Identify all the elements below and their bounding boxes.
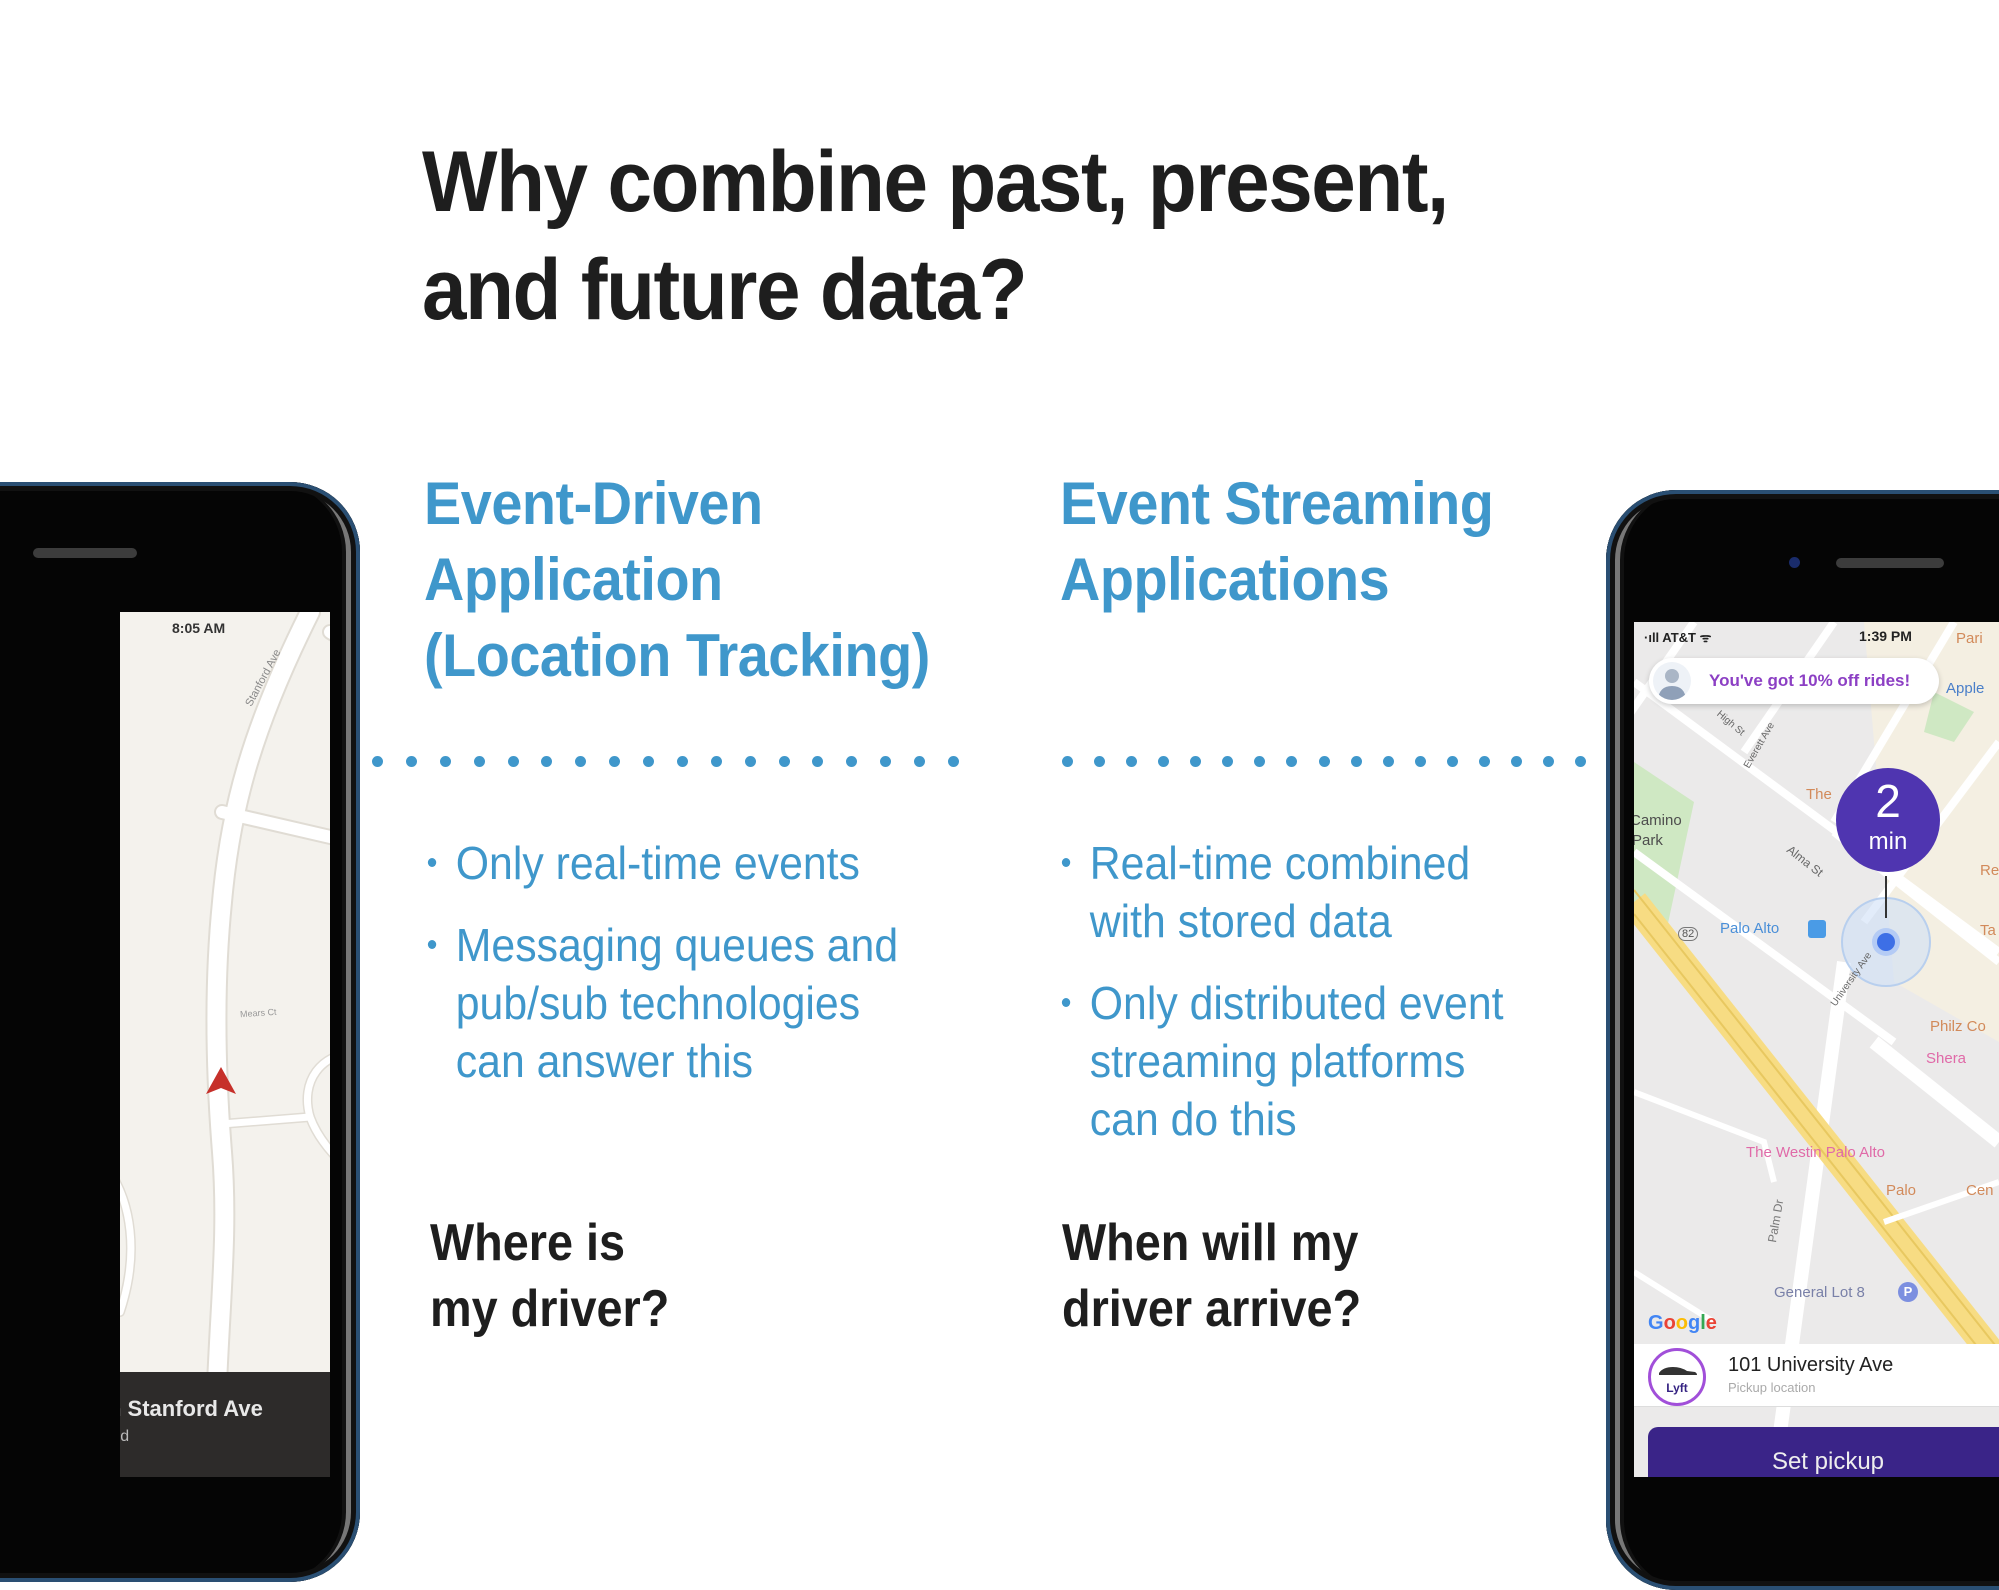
eta-unit: min <box>1868 828 1908 855</box>
lyft-ride-badge[interactable]: Lyft <box>1648 1348 1706 1406</box>
right-bullet-item: Only distributed event streaming platfor… <box>1060 974 1504 1148</box>
divider-dot <box>1318 756 1330 767</box>
divider-dot <box>778 756 790 767</box>
right-phone-screen: ·ıll AT&T ᯤ 1:39 PM You've got 10% off r… <box>1634 622 1999 1477</box>
divider-dot <box>1414 756 1426 767</box>
status-time: 8:05 AM <box>172 620 226 636</box>
right-bullet-list: Real-time combined with stored data Only… <box>1060 834 1537 1172</box>
divider-dot <box>405 756 417 767</box>
promo-banner[interactable]: You've got 10% off rides! <box>1649 658 1939 704</box>
map-label: Apple <box>1946 680 1985 697</box>
map-label: Camino <box>1634 812 1682 829</box>
divider-dot <box>1286 756 1298 767</box>
dotted-divider-left <box>372 756 959 768</box>
divider-dot <box>1478 756 1490 767</box>
divider-dot <box>1510 756 1522 767</box>
divider-dot <box>710 756 722 767</box>
navigation-map <box>120 612 330 1477</box>
dotted-divider-right <box>1062 756 1586 768</box>
divider-dot <box>1575 756 1586 767</box>
right-heading-line: Event Streaming <box>1060 470 1494 537</box>
left-column-heading: Event-Driven Application (Location Track… <box>424 466 930 694</box>
left-bullet-item: Only real-time events <box>426 834 898 892</box>
divider-dot <box>1254 756 1266 767</box>
left-heading-line: Event-Driven <box>424 470 763 537</box>
eta-value: 2 <box>1875 775 1901 827</box>
navigation-bar: n Stanford Ave ord <box>120 1372 330 1477</box>
google-logo: Google <box>1648 1312 1717 1334</box>
map-label: Palo <box>1886 1182 1917 1199</box>
slide-title-line-2: and future data? <box>422 242 1028 338</box>
map-label: General Lot 8 <box>1774 1284 1865 1301</box>
status-time: 1:39 PM <box>1859 628 1912 644</box>
right-bullet-item: Real-time combined with stored data <box>1060 834 1504 950</box>
map-label: Re <box>1980 862 1999 879</box>
map-label: Park <box>1634 832 1663 849</box>
left-phone-screen: 8:05 AM ➚ 26% ▮ Palo Alto Stanford Ave M… <box>120 612 330 1477</box>
divider-dot <box>676 756 688 767</box>
divider-dot <box>1446 756 1458 767</box>
eta-bubble: 2 min <box>1836 768 1940 872</box>
divider-dot <box>880 756 892 767</box>
divider-dot <box>372 756 383 767</box>
set-pickup-button[interactable]: Set pickup <box>1648 1427 1999 1477</box>
phone-speaker <box>1836 558 1944 568</box>
pickup-address: 101 University Ave <box>1728 1354 1894 1376</box>
nav-street-name: n Stanford Ave <box>120 1396 263 1421</box>
divider-dot <box>1158 756 1170 767</box>
pickup-subtitle: Pickup location <box>1728 1380 1816 1395</box>
promo-text: You've got 10% off rides! <box>1709 671 1911 690</box>
pickup-card[interactable]: Lyft 101 University Ave Pickup location <box>1634 1344 1999 1407</box>
divider-dot <box>947 756 959 767</box>
train-station-icon <box>1808 920 1826 938</box>
left-heading-line: Application <box>424 546 723 613</box>
divider-dot <box>1062 756 1073 767</box>
nav-subtitle: ord <box>120 1428 130 1445</box>
right-heading-line: Applications <box>1060 546 1390 613</box>
phone-camera <box>1789 557 1800 568</box>
parking-icon: P <box>1898 1282 1918 1302</box>
divider-dot <box>914 756 925 767</box>
left-bullet-item: Messaging queues and pub/sub technologie… <box>426 916 898 1090</box>
divider-dot <box>744 756 756 767</box>
divider-dot <box>609 756 621 767</box>
map-label: Cen <box>1966 1182 1994 1199</box>
left-heading-line: (Location Tracking) <box>424 622 930 689</box>
divider-dot <box>473 756 485 767</box>
divider-dot <box>541 756 553 767</box>
divider-dot <box>1542 756 1554 767</box>
map-label: The <box>1806 786 1832 803</box>
map-label: Palo Alto <box>1720 920 1780 937</box>
right-column-heading: Event Streaming Applications <box>1060 466 1494 618</box>
map-label: Shera <box>1926 1050 1967 1067</box>
divider-dot <box>812 756 824 767</box>
slide-title-line-1: Why combine past, present, <box>422 134 1449 230</box>
user-icon <box>1658 669 1686 700</box>
divider-dot <box>1190 756 1202 767</box>
slide-title: Why combine past, present, and future da… <box>422 128 1449 344</box>
status-carrier: ·ıll AT&T ᯤ <box>1644 630 1712 645</box>
divider-dot <box>643 756 654 767</box>
divider-dot <box>575 756 587 767</box>
divider-dot <box>1094 756 1106 767</box>
divider-dot <box>1222 756 1234 767</box>
divider-dot <box>507 756 519 767</box>
avatar <box>1653 662 1691 700</box>
divider-dot <box>846 756 858 767</box>
divider-dot <box>1350 756 1362 767</box>
divider-dot <box>1382 756 1394 767</box>
left-bullet-list: Only real-time events Messaging queues a… <box>426 834 934 1114</box>
map-label: Philz Co <box>1930 1018 1986 1035</box>
map-label: Ta <box>1980 922 1996 939</box>
phone-speaker <box>33 548 137 558</box>
divider-dot <box>1126 756 1138 767</box>
right-question: When will my driver arrive? <box>1062 1214 1362 1338</box>
map-label: The Westin Palo Alto <box>1746 1144 1885 1161</box>
map-label: Pari <box>1956 630 1983 647</box>
left-question: Where is my driver? <box>430 1214 670 1338</box>
car-icon <box>1659 1367 1697 1375</box>
divider-dot <box>439 756 451 767</box>
route-shield: 82 <box>1678 927 1699 941</box>
